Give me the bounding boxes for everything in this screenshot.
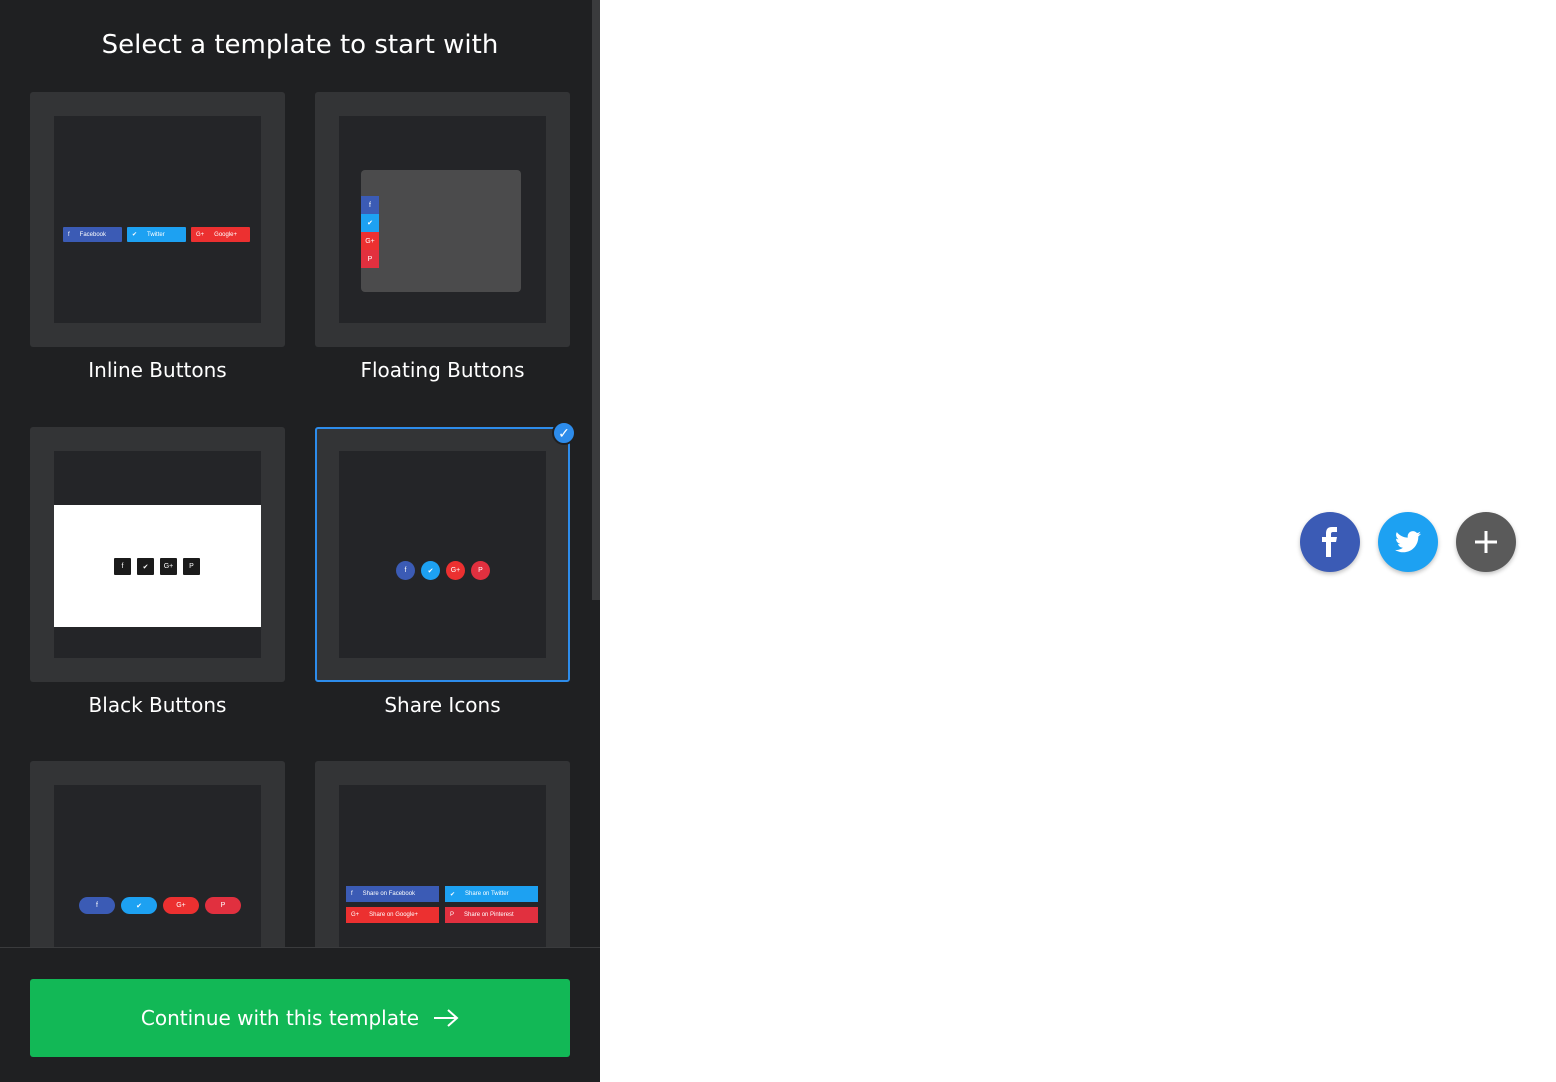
mini-floating-bar: f ✔ G+ P bbox=[361, 196, 379, 268]
google-plus-icon: G+ bbox=[446, 561, 465, 580]
arrow-right-icon bbox=[434, 1009, 459, 1027]
template-label: Floating Buttons bbox=[360, 358, 525, 382]
google-plus-icon: G+ bbox=[361, 232, 379, 250]
mini-twitter-button: ✔ Twitter bbox=[127, 227, 186, 242]
twitter-icon: ✔ bbox=[421, 561, 440, 580]
template-thumbnail: f ✔ G+ P bbox=[54, 451, 261, 658]
mini-black-buttons: f ✔ G+ P bbox=[114, 558, 200, 575]
template-card-black-buttons[interactable]: f ✔ G+ P bbox=[30, 427, 285, 682]
mini-twitter-button: ✔ Share on Twitter bbox=[445, 886, 538, 902]
selected-check-icon: ✓ bbox=[552, 421, 576, 445]
twitter-icon: ✔ bbox=[132, 232, 138, 238]
mini-share-grid: f Share on Facebook ✔ Share on Twitter G+ S… bbox=[346, 886, 538, 923]
facebook-icon: f bbox=[79, 897, 115, 914]
facebook-icon: f bbox=[114, 558, 131, 575]
google-plus-icon: G+ bbox=[351, 912, 360, 918]
template-card-share-icons[interactable]: f ✔ G+ P bbox=[315, 427, 570, 682]
template-preview-area bbox=[600, 0, 1556, 1082]
twitter-icon[interactable] bbox=[1378, 512, 1438, 572]
pinterest-icon: P bbox=[205, 897, 241, 914]
sidebar-footer: Continue with this template bbox=[0, 948, 600, 1082]
mini-inline-buttons: f Facebook ✔ Twitter G+ Google+ bbox=[63, 227, 250, 242]
template-label: Share Icons bbox=[384, 693, 501, 717]
twitter-icon: ✔ bbox=[450, 891, 456, 898]
sidebar-title: Select a template to start with bbox=[101, 30, 499, 60]
template-thumbnail: f Facebook ✔ Twitter G+ Google+ bbox=[54, 116, 261, 323]
pinterest-icon: P bbox=[471, 561, 490, 580]
template-card-floating-buttons[interactable]: f ✔ G+ P bbox=[315, 92, 570, 347]
google-plus-icon: G+ bbox=[196, 231, 205, 238]
mini-google-button: G+ Google+ bbox=[191, 227, 250, 242]
mini-google-button: G+ Share on Google+ bbox=[346, 907, 439, 923]
sidebar-scrollbar[interactable] bbox=[592, 0, 600, 600]
template-card-inline-buttons[interactable]: f Facebook ✔ Twitter G+ Google+ bbox=[30, 92, 285, 347]
template-sidebar: Select a template to start with f Faceboo… bbox=[0, 0, 600, 1082]
mini-page-panel bbox=[361, 170, 521, 292]
twitter-icon: ✔ bbox=[137, 558, 154, 575]
mini-pill-buttons: f ✔ G+ P bbox=[79, 897, 241, 914]
google-plus-icon: G+ bbox=[160, 558, 177, 575]
continue-button[interactable]: Continue with this template bbox=[30, 979, 570, 1057]
template-label: Inline Buttons bbox=[88, 358, 227, 382]
twitter-icon: ✔ bbox=[361, 214, 379, 232]
facebook-icon[interactable] bbox=[1300, 512, 1360, 572]
mini-share-icons: f ✔ G+ P bbox=[396, 561, 490, 580]
mini-pinterest-button: P Share on Pinterest bbox=[445, 907, 538, 923]
facebook-icon: f bbox=[361, 196, 379, 214]
template-thumbnail: f ✔ G+ P bbox=[339, 116, 546, 323]
template-thumbnail: f ✔ G+ P bbox=[339, 451, 546, 658]
pinterest-icon: P bbox=[183, 558, 200, 575]
pinterest-icon: P bbox=[450, 912, 455, 918]
mini-facebook-button: f Facebook bbox=[63, 227, 122, 242]
twitter-icon: ✔ bbox=[121, 897, 157, 914]
template-label: Black Buttons bbox=[88, 693, 227, 717]
google-plus-icon: G+ bbox=[163, 897, 199, 914]
continue-button-label: Continue with this template bbox=[140, 1006, 420, 1030]
facebook-icon: f bbox=[396, 561, 415, 580]
plus-icon[interactable] bbox=[1456, 512, 1516, 572]
mini-facebook-button: f Share on Facebook bbox=[346, 886, 439, 902]
facebook-icon: f bbox=[351, 891, 353, 897]
pinterest-icon: P bbox=[361, 250, 379, 268]
facebook-icon: f bbox=[68, 231, 70, 238]
